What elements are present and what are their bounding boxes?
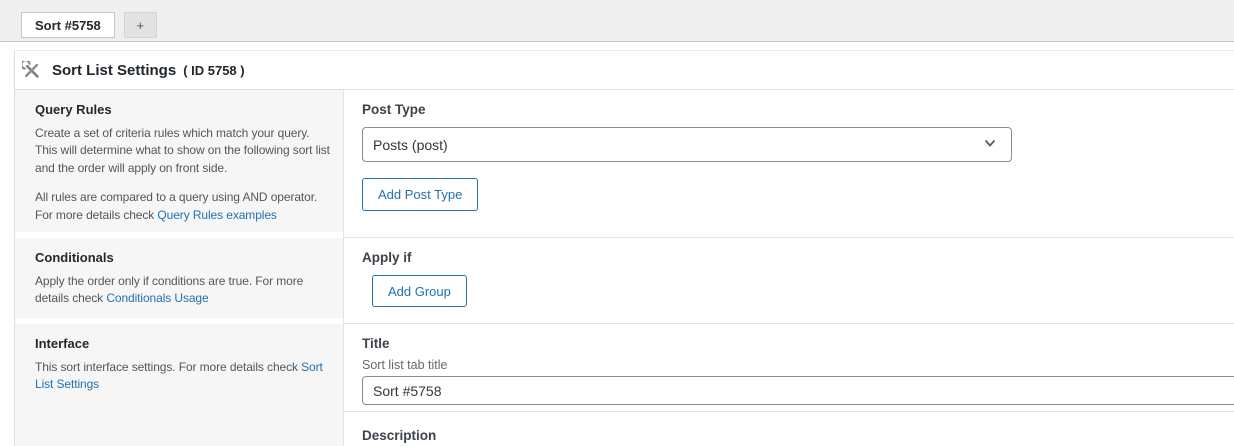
tools-icon xyxy=(22,61,41,80)
apply-if-label: Apply if xyxy=(362,250,1234,265)
sidebar-text: Apply the order only if conditions are t… xyxy=(35,273,333,308)
panel-header: Sort List Settings ( ID 5758 ) xyxy=(15,51,1234,90)
add-group-button[interactable]: Add Group xyxy=(372,275,467,307)
field-divider xyxy=(344,411,1234,412)
apply-if-field-group: Apply if Add Group xyxy=(344,238,1234,324)
sidebar-section-query-rules: Query Rules Create a set of criteria rul… xyxy=(15,90,344,238)
post-type-label: Post Type xyxy=(362,102,1234,117)
title-hint: Sort list tab title xyxy=(362,358,1234,372)
row-conditionals: Conditionals Apply the order only if con… xyxy=(15,238,1234,324)
row-query-rules: Query Rules Create a set of criteria rul… xyxy=(15,90,1234,238)
page-title-id: ( ID 5758 ) xyxy=(183,63,244,78)
chevron-down-icon xyxy=(982,135,998,154)
tab-label: Sort #5758 xyxy=(35,18,101,33)
description-label: Description xyxy=(362,428,1234,443)
sidebar-text: Create a set of criteria rules which mat… xyxy=(35,125,333,177)
add-tab-button[interactable]: + xyxy=(124,12,157,38)
tab-sort-5758[interactable]: Sort #5758 xyxy=(21,12,115,38)
plus-icon: + xyxy=(136,18,144,33)
sidebar-heading-conditionals: Conditionals xyxy=(35,250,333,265)
row-interface: Interface This sort interface settings. … xyxy=(15,324,1234,446)
conditionals-usage-link[interactable]: Conditionals Usage xyxy=(106,291,208,305)
sidebar-section-interface: Interface This sort interface settings. … xyxy=(15,324,344,446)
post-type-select[interactable]: Posts (post) xyxy=(362,127,1012,162)
tab-strip: Sort #5758 + xyxy=(0,0,1234,42)
query-rules-examples-link[interactable]: Query Rules examples xyxy=(157,208,276,222)
settings-body: Query Rules Create a set of criteria rul… xyxy=(15,90,1234,446)
sidebar-heading-interface: Interface xyxy=(35,336,333,351)
post-type-selected-value: Posts (post) xyxy=(373,137,448,153)
add-post-type-button[interactable]: Add Post Type xyxy=(362,178,478,211)
post-type-field-group: Post Type Posts (post) Add Post Type xyxy=(344,90,1234,238)
title-label: Title xyxy=(362,336,1234,351)
settings-panel: Sort List Settings ( ID 5758 ) Query Rul… xyxy=(14,50,1234,446)
sidebar-text: This sort interface settings. For more d… xyxy=(35,359,333,394)
title-input[interactable] xyxy=(362,376,1234,405)
sidebar-text: All rules are compared to a query using … xyxy=(35,189,333,224)
sidebar-heading-query-rules: Query Rules xyxy=(35,102,333,117)
sidebar-text-part: This sort interface settings. For more d… xyxy=(35,360,301,374)
page-title: Sort List Settings xyxy=(52,62,176,79)
sidebar-section-conditionals: Conditionals Apply the order only if con… xyxy=(15,238,344,324)
interface-field-group: Title Sort list tab title Description xyxy=(344,324,1234,446)
